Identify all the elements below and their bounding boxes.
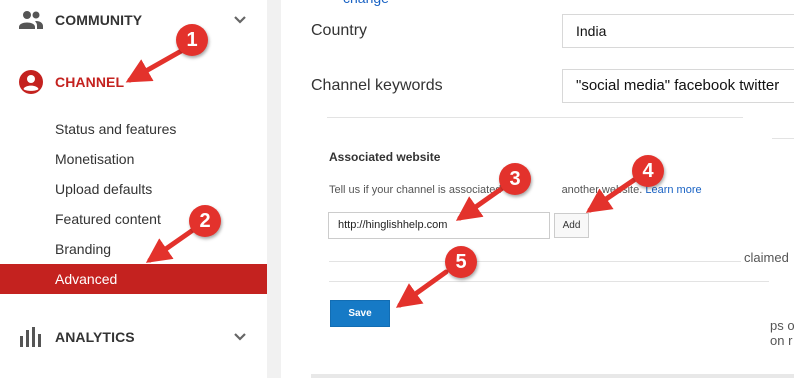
callout-arrow-2 xyxy=(145,227,196,263)
callout-arrow-1 xyxy=(125,47,186,83)
callout-badge-2: 2 xyxy=(189,205,221,237)
callout-arrow-3 xyxy=(455,184,507,221)
callout-badge-3: 3 xyxy=(499,163,531,195)
callout-arrow-5 xyxy=(395,269,449,308)
callout-arrows xyxy=(125,47,637,308)
callout-badge-1: 1 xyxy=(176,24,208,56)
callout-badge-5: 5 xyxy=(445,246,477,278)
callout-badge-4: 4 xyxy=(632,155,664,187)
callout-arrow-4 xyxy=(585,177,637,213)
